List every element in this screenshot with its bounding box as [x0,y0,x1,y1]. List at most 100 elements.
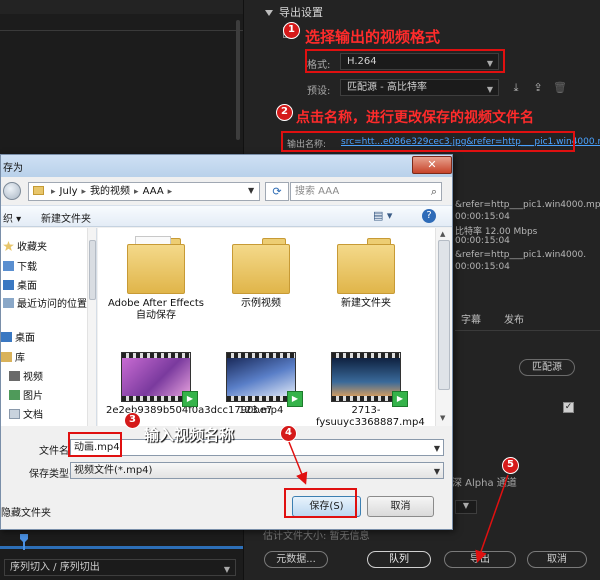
cancel-button[interactable]: 取消 [367,496,434,517]
timeline-range-bar[interactable] [0,546,243,549]
breadcrumb-july[interactable]: July [60,186,78,197]
navigation-pane: 收藏夹 下载 桌面 最近访问的位置 桌面 库 视频 图片 文档 音乐 [1,228,97,426]
nav-pictures[interactable]: 图片 [9,387,43,402]
list-item[interactable]: ▶ 2e2eb9389b504f0a3dcc1790be7 [106,352,272,417]
download-folder-icon [3,261,14,271]
metadata-button[interactable]: 元数据... [264,551,328,568]
list-item[interactable]: ▶ 123.mp4 [211,352,311,417]
filetype-select[interactable]: 视频文件(*.mp4) ▼ [70,462,444,479]
list-item[interactable]: 新建文件夹 [316,238,416,310]
panel-scrollbar[interactable] [236,20,240,140]
organize-menu[interactable]: 织 ▾ [3,210,21,225]
chevron-down-icon: ▼ [486,85,493,94]
back-icon[interactable] [3,182,21,200]
media-player-icon: ▶ [182,391,198,407]
tab-publish[interactable]: 发布 [504,311,524,326]
summary-duration-2: 00:00:15:04 [455,236,510,246]
delete-preset-icon[interactable]: 🗑 [553,81,567,95]
summary-output-path: &refer=http___pic1.win4000.mp4 [455,200,600,210]
step-1-caption: 选择输出的视频格式 [305,28,441,46]
nav-favorites[interactable]: 收藏夹 [3,238,47,253]
nav-documents[interactable]: 文档 [9,406,43,421]
step-3-caption: 输入视频名称 [144,426,235,444]
video-library-icon [9,371,20,381]
queue-button[interactable]: 队列 [367,551,431,568]
list-item[interactable]: 示例视频 [211,238,311,310]
match-source-button[interactable]: 匹配源 [519,359,575,376]
collapse-triangle-icon [265,10,273,16]
nav-desktop-root[interactable]: 桌面 [1,329,35,344]
help-icon[interactable]: ? [422,209,436,223]
panel-topbar [0,0,243,14]
library-icon [1,352,12,362]
option-checkbox[interactable]: ✓ [563,402,574,413]
view-options-icon[interactable]: ▤ ▾ [373,209,392,222]
nav-desktop[interactable]: 桌面 [3,277,37,292]
nav-libraries[interactable]: 库 [1,349,25,364]
highlight-output-name-box [281,131,575,152]
chevron-down-icon: ▼ [433,467,440,476]
refresh-icon[interactable]: ⟳ [265,182,289,201]
folder-icon [33,186,44,195]
new-folder-button[interactable]: 新建文件夹 [41,210,91,225]
nav-music[interactable]: 音乐 [9,423,43,426]
path-separator-icon: ▸ [167,187,173,197]
desktop-icon [3,280,14,290]
search-input[interactable]: 搜索 AAA ⌕ [290,182,442,201]
tabs-divider [455,330,600,331]
cancel-export-button[interactable]: 取消 [527,551,587,568]
save-as-dialog: 存为 ✕ ▸ July ▸ 我的视频 ▸ AAA ▸ ▼ ⟳ 搜索 AAA ⌕ 织 ▾ 新建文… [0,154,453,530]
chevron-down-icon[interactable]: ▼ [434,441,440,456]
star-icon [3,241,14,251]
breadcrumb-aaa[interactable]: AAA [143,186,164,197]
export-button[interactable]: 导出 [444,551,516,568]
highlight-format-box [305,49,505,73]
address-row: ▸ July ▸ 我的视频 ▸ AAA ▸ ▼ ⟳ 搜索 AAA ⌕ [1,179,452,203]
recent-places-icon [3,298,14,308]
step-2-caption: 点击名称，进行更改保存的视频文件名 [296,110,534,126]
save-preset-icon[interactable]: ⤓ [509,81,523,95]
dialog-titlebar[interactable]: 存为 [1,155,452,177]
media-player-icon: ▶ [287,391,303,407]
desktop-icon [1,332,12,342]
step-badge-4: 4 [280,425,297,442]
scroll-thumb[interactable] [438,240,450,390]
summary-duration: 00:00:15:04 [455,212,510,222]
nav-videos[interactable]: 视频 [9,368,43,383]
video-thumbnail: ▶ [226,352,303,407]
file-list-scrollbar[interactable]: ▲ ▼ [435,228,452,426]
step-badge-3: 3 [124,412,141,429]
chevron-down-icon: ▼ [223,565,230,574]
list-item[interactable]: Adobe After Effects 自动保存 [106,236,206,322]
scroll-up-icon[interactable]: ▲ [440,230,445,238]
nav-recent-places[interactable]: 最近访问的位置 [3,295,87,310]
folder-icon [232,238,290,294]
media-player-icon: ▶ [392,391,408,407]
summary-duration-3: 00:00:15:04 [455,262,510,272]
scroll-thumb[interactable] [89,240,96,300]
nav-scrollbar[interactable] [87,228,96,426]
small-dropdown[interactable]: ▼ [455,500,477,514]
panel-divider [0,30,243,31]
address-bar[interactable]: ▸ July ▸ 我的视频 ▸ AAA ▸ [28,182,260,201]
export-settings-header[interactable]: 导出设置 [265,4,323,20]
file-list: Adobe After Effects 自动保存 示例视频 新建文件夹 ▶ 2e… [98,228,435,429]
filename-input[interactable]: 动画.mp4 ▼ [70,439,444,456]
import-preset-icon[interactable]: ⇪ [531,81,545,95]
hide-folders-toggle[interactable]: 隐藏文件夹 [1,504,51,519]
breadcrumb-my-videos[interactable]: 我的视频 [90,186,130,197]
preset-dropdown[interactable]: 匹配源 - 高比特率 ▼ [340,79,499,96]
dialog-toolbar: 织 ▾ 新建文件夹 ▤ ▾ ? [1,205,452,227]
document-library-icon [9,409,20,419]
nav-downloads[interactable]: 下载 [3,258,37,273]
tab-captions[interactable]: 字幕 [461,311,481,326]
scroll-down-icon[interactable]: ▼ [440,414,445,422]
search-icon: ⌕ [430,185,437,198]
path-separator-icon: ▸ [81,187,87,197]
source-range-dropdown[interactable]: 序列切入 / 序列切出 ▼ [4,559,236,576]
address-dropdown-icon[interactable]: ▼ [248,186,254,195]
dialog-title: 存为 [3,163,23,174]
list-item[interactable]: ▶ 2713-fysuuyc3368887.mp4 [316,352,425,429]
close-button[interactable]: ✕ [412,156,452,174]
highlight-save-box [284,488,357,518]
